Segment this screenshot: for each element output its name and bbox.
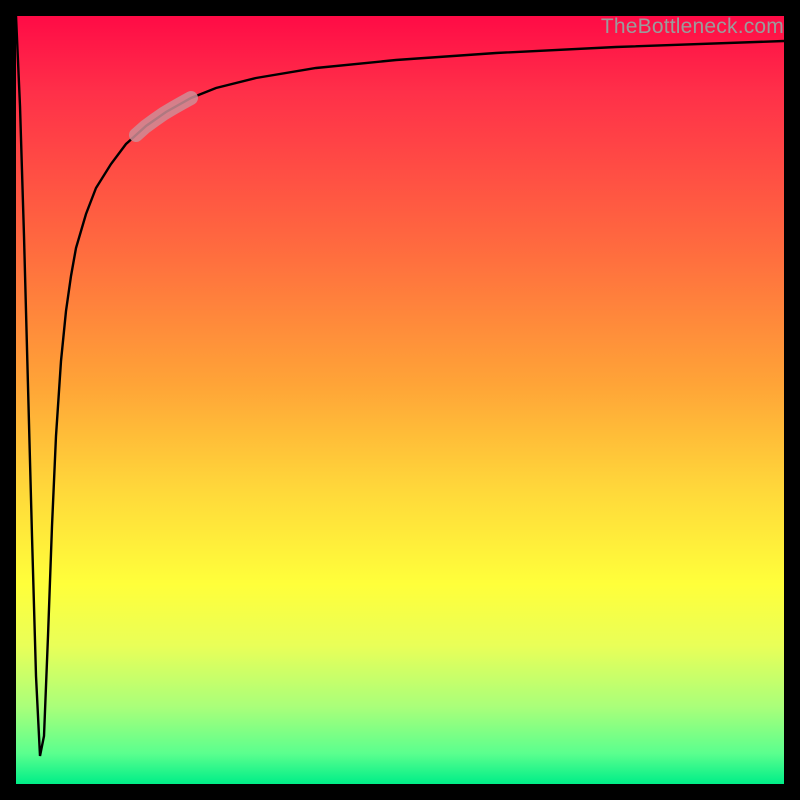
plot-area: TheBottleneck.com — [16, 16, 784, 784]
chart-frame: TheBottleneck.com — [0, 0, 800, 800]
curve-svg — [16, 16, 784, 784]
main-curve — [16, 16, 784, 756]
highlight-brush — [136, 98, 191, 135]
